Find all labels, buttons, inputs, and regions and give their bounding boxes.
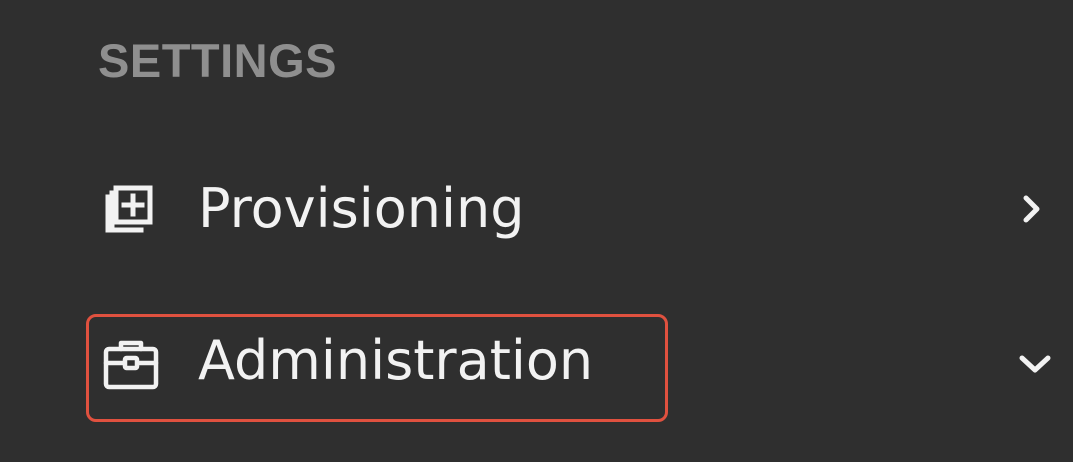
sidebar-item-label-administration: Administration xyxy=(198,329,594,392)
briefcase-icon xyxy=(103,340,159,390)
settings-sidebar: SETTINGS Provisioning Administration xyxy=(0,0,1073,462)
sidebar-item-label-provisioning: Provisioning xyxy=(198,177,525,240)
sidebar-item-administration[interactable]: Administration xyxy=(0,308,1073,418)
settings-section-title: SETTINGS xyxy=(98,34,338,87)
chevron-down-icon[interactable] xyxy=(1012,340,1058,386)
provisioning-icon xyxy=(105,185,153,233)
chevron-right-icon[interactable] xyxy=(1012,187,1058,233)
sidebar-item-provisioning[interactable]: Provisioning xyxy=(0,155,1073,265)
